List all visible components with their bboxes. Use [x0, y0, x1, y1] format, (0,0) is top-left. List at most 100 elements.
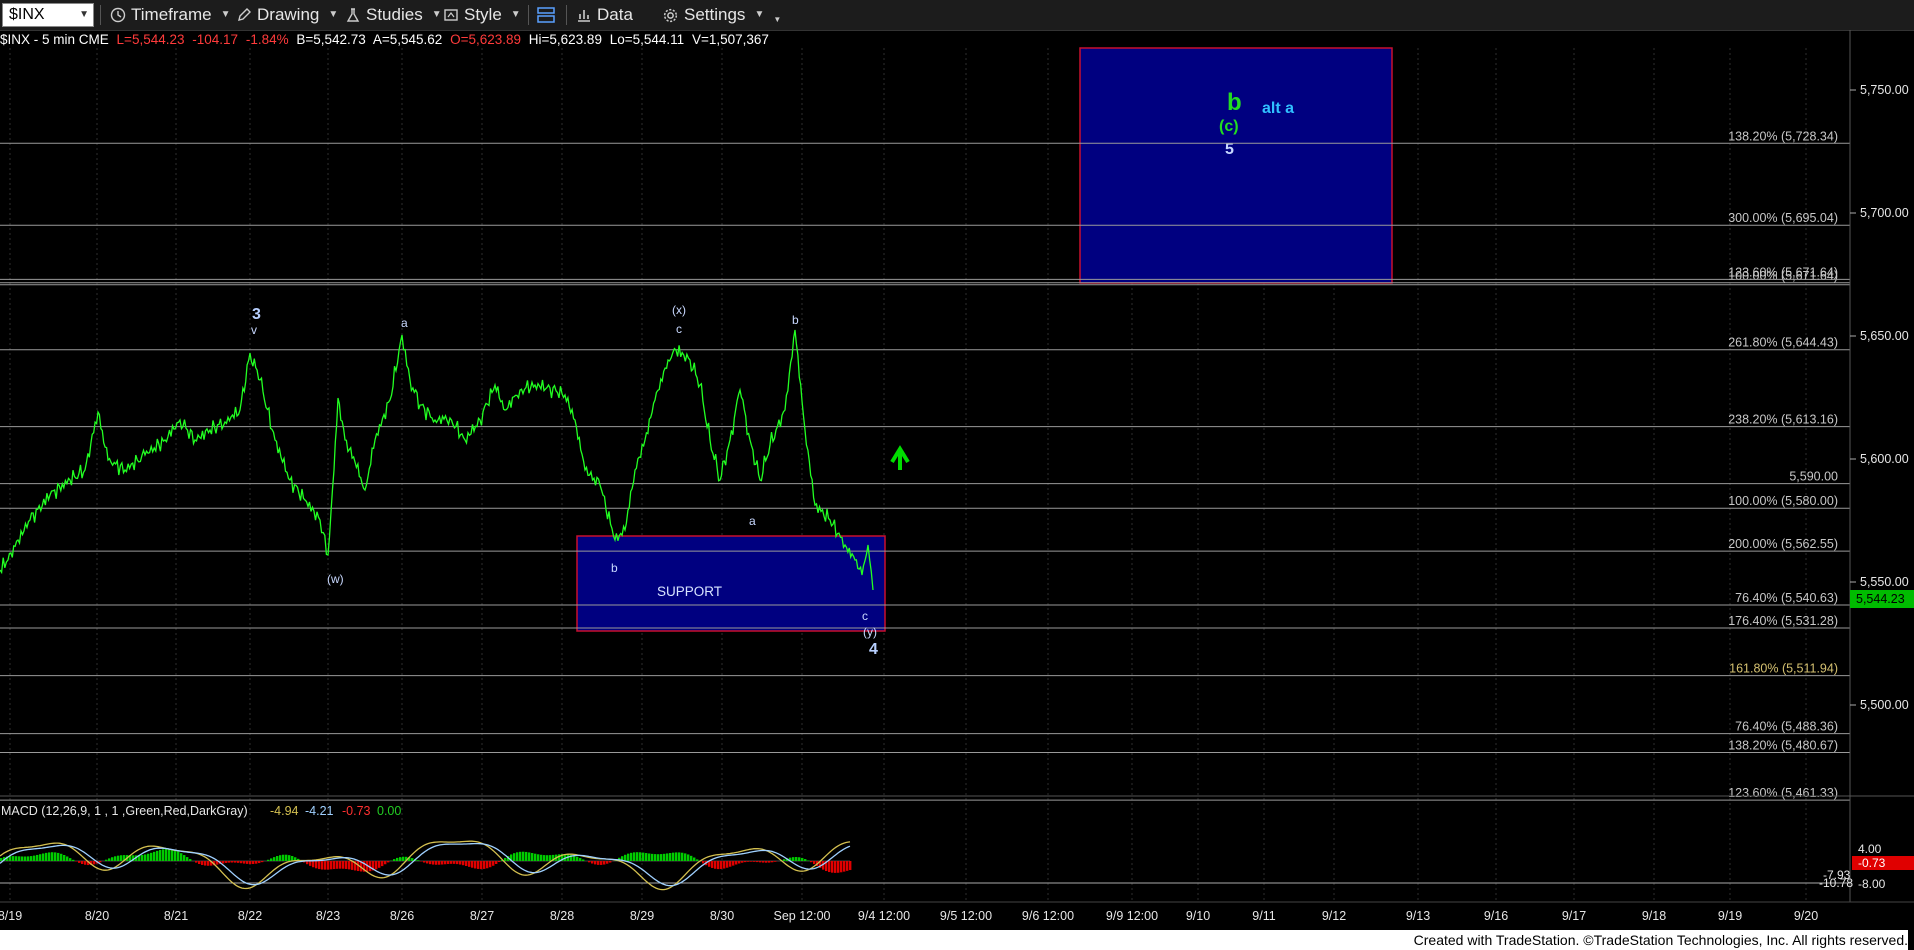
macd-histogram-bar [105, 859, 108, 861]
macd-histogram-bar [159, 850, 162, 861]
macd-histogram-bar [285, 854, 288, 861]
macd-histogram-bar [333, 861, 336, 870]
macd-histogram-bar [531, 853, 534, 861]
macd-histogram-bar [522, 851, 525, 861]
date-tick-label: 8/21 [164, 909, 188, 923]
macd-histogram-bar [792, 857, 795, 861]
date-tick-label: 9/12 [1322, 909, 1346, 923]
macd-histogram-bar [396, 857, 399, 861]
macd-histogram-bar [63, 855, 66, 861]
fib-label: 138.20% (5,728.34) [1728, 129, 1838, 143]
macd-histogram-bar [174, 850, 177, 861]
macd-histogram-bar [240, 861, 243, 864]
macd-histogram-bar [645, 853, 648, 861]
macd-histogram-bar [426, 861, 429, 864]
macd-histogram-bar [795, 857, 798, 861]
macd-histogram-bar [642, 852, 645, 861]
macd-histogram-bar [732, 861, 735, 866]
macd-histogram-bar [336, 861, 339, 869]
macd-histogram-bar [78, 861, 81, 863]
macd-histogram-bar [540, 854, 543, 861]
macd-histogram-bar [153, 851, 156, 861]
macd-histogram-bar [741, 861, 744, 863]
macd-histogram-bar [543, 855, 546, 861]
macd-histogram-bar [657, 854, 660, 861]
macd-histogram-bar [756, 861, 759, 863]
macd-histogram-bar [675, 852, 678, 861]
macd-histogram-bar [768, 861, 771, 863]
macd-tag-2: -10.78 [1819, 876, 1853, 890]
macd-histogram-bar [450, 861, 453, 864]
macd-histogram-bar [654, 854, 657, 861]
macd-histogram-bar [771, 861, 774, 863]
macd-histogram-bar [84, 861, 87, 865]
price-chart[interactable]: SUPPORT b (c) 5 alt a 138.20% (5,728.34)… [0, 0, 1914, 950]
wave-label-c1: c [676, 322, 682, 336]
macd-histogram-bar [393, 859, 396, 861]
macd-histogram-bar [750, 861, 753, 862]
macd-histogram-bar [690, 855, 693, 861]
macd-histogram-bar [717, 861, 720, 870]
macd-histogram-bar [480, 861, 483, 870]
price-tick-label: 5,600.00 [1860, 452, 1909, 466]
macd-histogram-bar [840, 861, 843, 873]
macd-histogram-bar [108, 858, 111, 861]
macd-histogram-bar [516, 852, 519, 861]
macd-histogram-bar [735, 861, 738, 865]
macd-tag-red: -0.73 [1858, 856, 1886, 870]
macd-histogram-bar [702, 861, 705, 864]
price-tick-label: 5,700.00 [1860, 206, 1909, 220]
fib-label: 123.60% (5,461.33) [1728, 786, 1838, 800]
macd-histogram-bar [177, 851, 180, 861]
macd-histogram-bar [252, 861, 255, 865]
macd-histogram-bar [417, 860, 420, 861]
fib-label: 200.00% (5,562.55) [1728, 537, 1838, 551]
date-tick-label: 9/17 [1562, 909, 1586, 923]
date-tick-label: 8/20 [85, 909, 109, 923]
macd-histogram-bar [774, 861, 777, 862]
macd-histogram-bar [744, 861, 747, 863]
macd-histogram-bar [345, 861, 348, 869]
macd-histogram-bar [12, 856, 15, 861]
macd-histogram-bar [498, 861, 501, 863]
date-tick-label: 8/26 [390, 909, 414, 923]
macd-histogram-bar [279, 855, 282, 861]
date-tick-label: 9/4 12:00 [858, 909, 910, 923]
macd-histogram-bar [156, 850, 159, 861]
macd-histogram-bar [684, 853, 687, 861]
macd-histogram-bar [546, 855, 549, 861]
date-tick-label: 8/29 [630, 909, 654, 923]
macd-histogram-bar [489, 861, 492, 868]
macd-histogram-bar [639, 852, 642, 861]
macd-histogram-bar [339, 861, 342, 869]
macd-histogram-bar [318, 861, 321, 870]
macd-histogram-bar [471, 861, 474, 868]
fib-label: 161.80% (5,511.94) [1729, 662, 1838, 676]
macd-histogram-bar [162, 849, 165, 861]
macd-histogram-bar [810, 861, 813, 863]
macd-histogram-bar [399, 857, 402, 861]
macd-histogram-bar [201, 861, 204, 865]
date-tick-label: 9/5 12:00 [940, 909, 992, 923]
macd-histogram-bar [474, 861, 477, 869]
macd-histogram-bar [696, 859, 699, 861]
fib-label: 261.80% (5,644.43) [1728, 336, 1838, 350]
macd-histogram-bar [168, 848, 171, 861]
support-label: SUPPORT [657, 584, 722, 599]
macd-histogram-bar [171, 849, 174, 861]
date-tick-label: 9/11 [1252, 909, 1275, 923]
macd-histogram-bar [609, 861, 612, 863]
target-zone-box [1079, 47, 1393, 284]
macd-histogram-bar [831, 861, 834, 873]
macd-histogram-bar [765, 861, 768, 863]
date-tick-label: 8/23 [316, 909, 340, 923]
macd-histogram-bar [846, 861, 849, 871]
wave-label-4: 4 [869, 641, 878, 658]
macd-histogram-bar [72, 859, 75, 861]
macd-histogram-bar [69, 858, 72, 861]
macd-histogram-bar [738, 861, 741, 864]
macd-histogram-bar [834, 861, 837, 873]
macd-histogram-bar [33, 855, 36, 861]
macd-histogram-bar [120, 855, 123, 861]
macd-histogram-bar [813, 861, 816, 865]
